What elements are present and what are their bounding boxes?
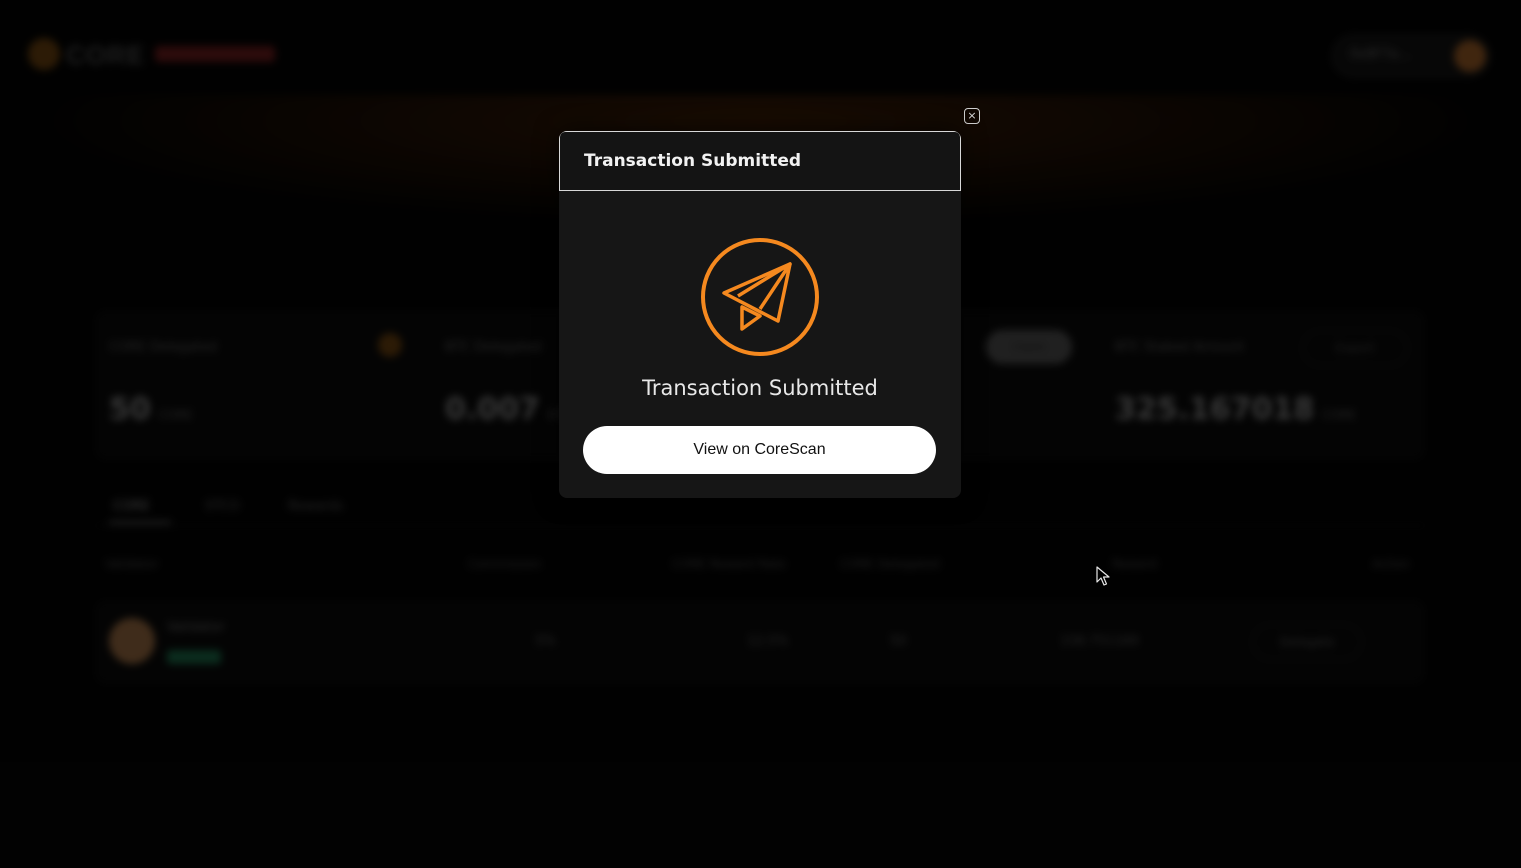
transaction-modal: Transaction Submitted Transaction Submit… <box>559 131 961 498</box>
modal-message: Transaction Submitted <box>642 376 878 400</box>
modal-header: Transaction Submitted <box>559 131 961 191</box>
close-icon[interactable]: × <box>964 108 980 124</box>
mouse-cursor-icon <box>1096 566 1110 586</box>
paper-plane-icon <box>701 238 819 356</box>
page: CORE 0x8F7a... CORE Delegated 50 CORE BTC… <box>0 0 1521 868</box>
view-on-corescan-button[interactable]: View on CoreScan <box>583 426 936 474</box>
modal-title: Transaction Submitted <box>584 151 802 171</box>
